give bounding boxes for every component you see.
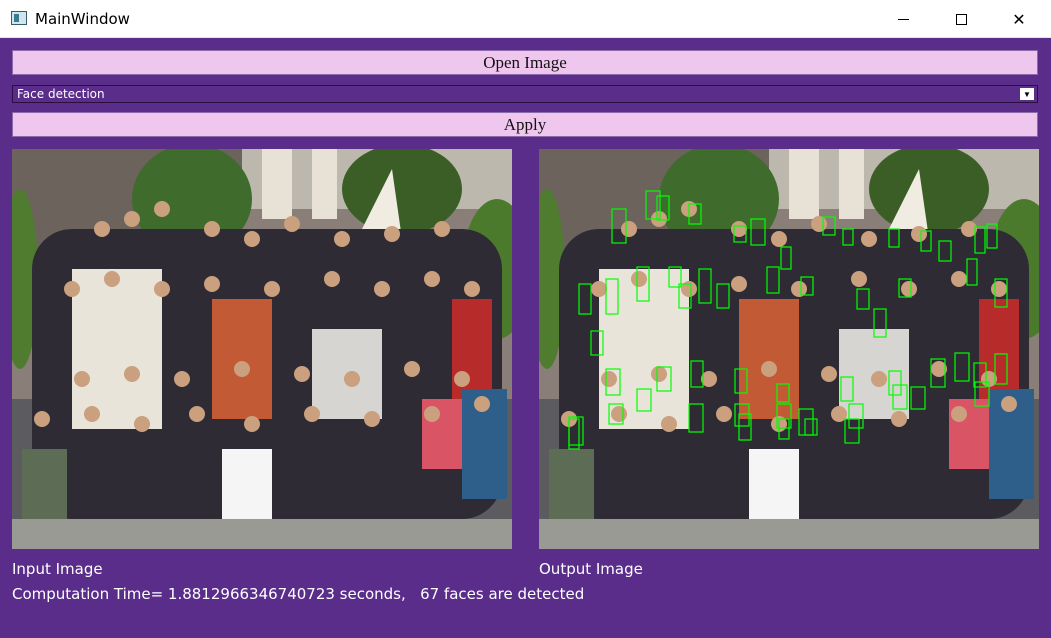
computation-status: Computation Time= 1.8812966346740723 sec… xyxy=(12,585,585,603)
input-image-label: Input Image xyxy=(12,560,103,578)
input-image xyxy=(12,149,512,549)
output-image-label: Output Image xyxy=(539,560,643,578)
output-photo xyxy=(539,149,1039,549)
close-button[interactable]: ✕ xyxy=(996,0,1042,38)
output-image xyxy=(539,149,1039,549)
maximize-button[interactable] xyxy=(938,0,984,38)
maximize-icon xyxy=(955,13,967,25)
close-icon: ✕ xyxy=(1012,9,1026,29)
apply-button[interactable]: Apply xyxy=(12,112,1038,137)
chevron-down-icon[interactable]: ▼ xyxy=(1020,88,1034,100)
filter-select-value: Face detection xyxy=(17,87,105,101)
minimize-button[interactable] xyxy=(880,0,926,38)
input-photo xyxy=(12,149,512,549)
app-window-icon xyxy=(11,11,27,25)
filter-select[interactable]: Face detection ▼ xyxy=(12,85,1038,103)
minimize-icon xyxy=(897,18,909,20)
title-bar: MainWindow ✕ xyxy=(0,0,1051,38)
window-title: MainWindow xyxy=(35,10,130,28)
open-image-button[interactable]: Open Image xyxy=(12,50,1038,75)
